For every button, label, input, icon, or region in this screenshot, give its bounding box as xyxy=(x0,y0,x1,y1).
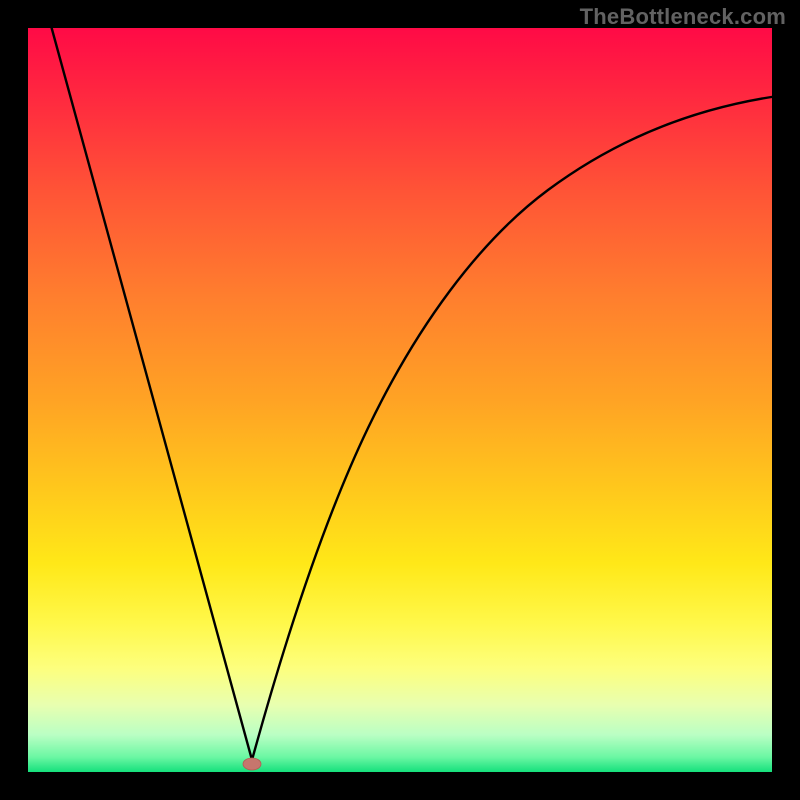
plot-area xyxy=(28,28,772,772)
bottleneck-curve-right xyxy=(252,96,778,760)
curve-svg xyxy=(28,28,772,772)
watermark-text: TheBottleneck.com xyxy=(580,4,786,30)
bottleneck-curve-left xyxy=(50,22,252,760)
chart-frame: TheBottleneck.com xyxy=(0,0,800,800)
optimum-marker xyxy=(243,758,261,770)
